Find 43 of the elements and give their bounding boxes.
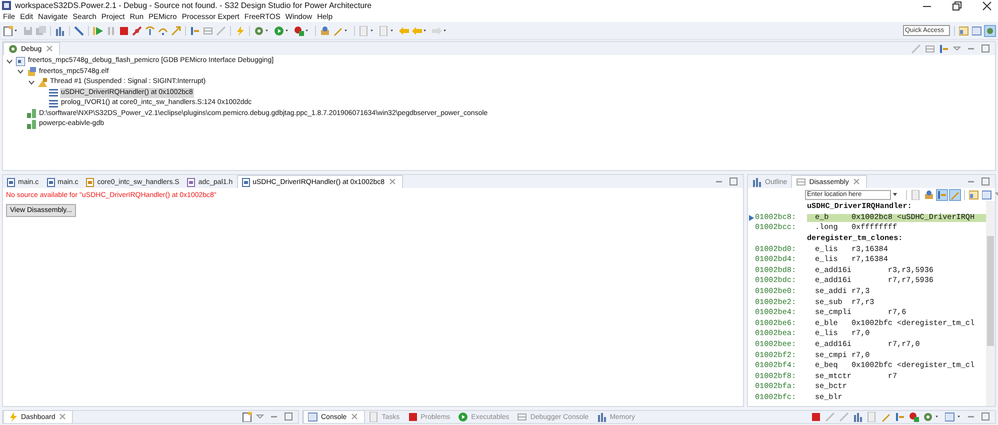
bars-icon (752, 177, 762, 187)
debug-icon[interactable] (909, 412, 919, 422)
debug-icon[interactable] (294, 26, 304, 36)
stop-icon[interactable] (119, 26, 129, 36)
close-icon[interactable] (982, 0, 992, 10)
vertical-scrollbar[interactable] (986, 201, 995, 406)
grid-icon[interactable] (925, 44, 935, 54)
maximize-icon[interactable] (981, 412, 991, 422)
gear-icon (8, 44, 18, 54)
document-icon[interactable] (867, 412, 877, 422)
bars-icon[interactable] (55, 26, 65, 36)
file-icon (187, 178, 196, 186)
grid-icon (796, 177, 806, 187)
save-all-icon[interactable] (36, 26, 46, 36)
lightning-icon (8, 412, 18, 422)
new-file-icon[interactable] (242, 412, 252, 422)
maximize-icon[interactable] (729, 177, 739, 187)
file-icon (7, 178, 15, 186)
run-icon (458, 412, 468, 422)
new-file-icon[interactable] (3, 26, 13, 36)
maximize-icon[interactable] (981, 44, 991, 54)
file-icon (46, 178, 55, 186)
stop-icon (408, 412, 418, 422)
gear-icon[interactable] (923, 412, 933, 422)
stop-icon[interactable] (811, 412, 821, 422)
lightning-icon[interactable] (235, 26, 245, 36)
bars-icon[interactable] (853, 412, 863, 422)
file-icon (242, 178, 250, 186)
window-title: workspaceS32DS.Power.2.1 - Debug - Source not found. - S32 Design Studio for Power Architecture (15, 1, 372, 10)
save-icon[interactable] (23, 26, 33, 36)
app-logo-icon (2, 0, 12, 10)
gear-icon[interactable] (254, 26, 264, 36)
run-icon[interactable] (274, 26, 284, 36)
maximize-icon[interactable] (981, 177, 991, 187)
stack-frame-icon (49, 88, 58, 98)
restore-icon[interactable] (952, 0, 962, 10)
grid-icon[interactable] (203, 26, 213, 36)
stack-frame-icon (49, 98, 58, 108)
file-icon (86, 178, 94, 186)
maximize-icon[interactable] (284, 412, 294, 422)
grid-icon (517, 412, 528, 422)
bars-icon (596, 412, 607, 422)
resume-icon[interactable] (93, 26, 103, 36)
